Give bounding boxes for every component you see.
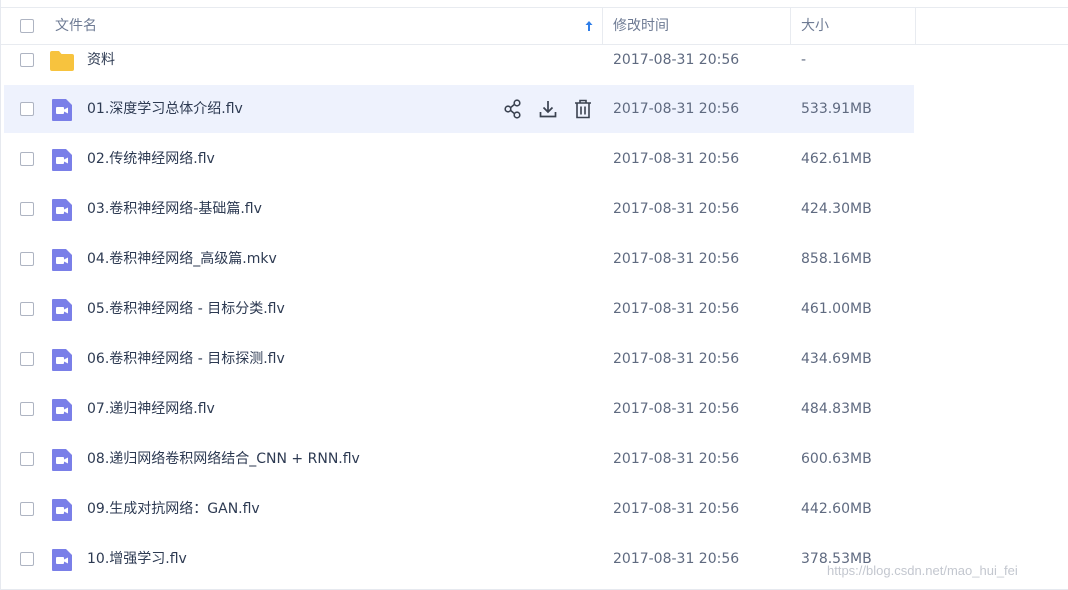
file-name[interactable]: 资料 [87,45,115,75]
modified-date: 2017-08-31 20:56 [613,52,740,68]
watermark: https://blog.csdn.net/mao_hui_fei [827,563,1018,578]
list-header: 文件名 修改时间 大小 [1,7,1068,45]
file-name[interactable]: 01.深度学习总体介绍.flv [87,85,243,133]
file-name[interactable]: 06.卷积神经网络 - 目标探测.flv [87,335,285,383]
modified-date: 2017-08-31 20:56 [613,151,740,167]
column-divider [790,8,791,44]
header-filename[interactable]: 文件名 [55,8,97,44]
row-checkbox[interactable] [20,452,34,466]
list-item[interactable]: 02.传统神经网络.flv 2017-08-31 20:56 462.61MB [4,135,914,183]
row-checkbox[interactable] [20,152,34,166]
file-size: 600.63MB [801,451,872,467]
file-name[interactable]: 08.递归网络卷积网络结合_CNN + RNN.flv [87,435,360,483]
video-file-icon [52,499,72,521]
download-icon[interactable] [537,98,559,120]
video-file-icon [52,549,72,571]
list-item[interactable]: 08.递归网络卷积网络结合_CNN + RNN.flv 2017-08-31 2… [4,435,914,483]
row-checkbox[interactable] [20,302,34,316]
list-item[interactable]: 07.递归神经网络.flv 2017-08-31 20:56 484.83MB [4,385,914,433]
row-checkbox[interactable] [20,102,34,116]
header-modified[interactable]: 修改时间 [613,8,669,44]
select-all-checkbox[interactable] [20,19,34,33]
file-size: 434.69MB [801,351,872,367]
modified-date: 2017-08-31 20:56 [613,301,740,317]
video-file-icon [52,399,72,421]
file-size: 424.30MB [801,201,872,217]
list-item[interactable]: 10.增强学习.flv 2017-08-31 20:56 378.53MB [4,535,914,583]
row-checkbox[interactable] [20,202,34,216]
header-size[interactable]: 大小 [801,8,829,44]
modified-date: 2017-08-31 20:56 [613,101,740,117]
video-file-icon [52,349,72,371]
file-size: 462.61MB [801,151,872,167]
file-name[interactable]: 02.传统神经网络.flv [87,135,215,183]
file-size: 533.91MB [801,101,872,117]
video-file-icon [52,299,72,321]
video-file-icon [52,199,72,221]
file-name[interactable]: 03.卷积神经网络-基础篇.flv [87,185,262,233]
file-size: 461.00MB [801,301,872,317]
list-item[interactable]: 03.卷积神经网络-基础篇.flv 2017-08-31 20:56 424.3… [4,185,914,233]
modified-date: 2017-08-31 20:56 [613,451,740,467]
list-item[interactable]: 09.生成对抗网络：GAN.flv 2017-08-31 20:56 442.6… [4,485,914,533]
file-name[interactable]: 10.增强学习.flv [87,535,187,583]
list-item[interactable]: 06.卷积神经网络 - 目标探测.flv 2017-08-31 20:56 43… [4,335,914,383]
row-checkbox[interactable] [20,402,34,416]
row-checkbox[interactable] [20,552,34,566]
file-name[interactable]: 09.生成对抗网络：GAN.flv [87,485,260,533]
modified-date: 2017-08-31 20:56 [613,201,740,217]
file-name[interactable]: 07.递归神经网络.flv [87,385,215,433]
file-name[interactable]: 05.卷积神经网络 - 目标分类.flv [87,285,285,333]
modified-date: 2017-08-31 20:56 [613,551,740,567]
row-checkbox[interactable] [20,53,34,67]
video-file-icon [52,249,72,271]
column-divider [602,8,603,44]
list-item[interactable]: 04.卷积神经网络_高级篇.mkv 2017-08-31 20:56 858.1… [4,235,914,283]
row-checkbox[interactable] [20,352,34,366]
list-item[interactable]: 01.深度学习总体介绍.flv 2017-08-31 20:56 533.91M… [4,85,914,133]
file-name[interactable]: 04.卷积神经网络_高级篇.mkv [87,235,277,283]
modified-date: 2017-08-31 20:56 [613,251,740,267]
video-file-icon [52,99,72,121]
list-item[interactable]: 资料 2017-08-31 20:56 - [4,45,914,75]
list-item[interactable]: 05.卷积神经网络 - 目标分类.flv 2017-08-31 20:56 46… [4,285,914,333]
modified-date: 2017-08-31 20:56 [613,501,740,517]
row-checkbox[interactable] [20,502,34,516]
folder-icon [50,51,74,71]
trash-icon[interactable] [572,98,594,120]
file-size: 858.16MB [801,251,872,267]
sort-ascending-icon[interactable] [583,19,595,33]
file-size: 484.83MB [801,401,872,417]
row-checkbox[interactable] [20,252,34,266]
modified-date: 2017-08-31 20:56 [613,401,740,417]
file-size: 442.60MB [801,501,872,517]
file-size: - [801,52,807,68]
file-list-panel: 文件名 修改时间 大小 资料 2017-08-31 20:56 - 01.深度学… [0,0,1068,590]
video-file-icon [52,449,72,471]
share-icon[interactable] [502,98,524,120]
column-divider [915,8,916,44]
video-file-icon [52,149,72,171]
modified-date: 2017-08-31 20:56 [613,351,740,367]
